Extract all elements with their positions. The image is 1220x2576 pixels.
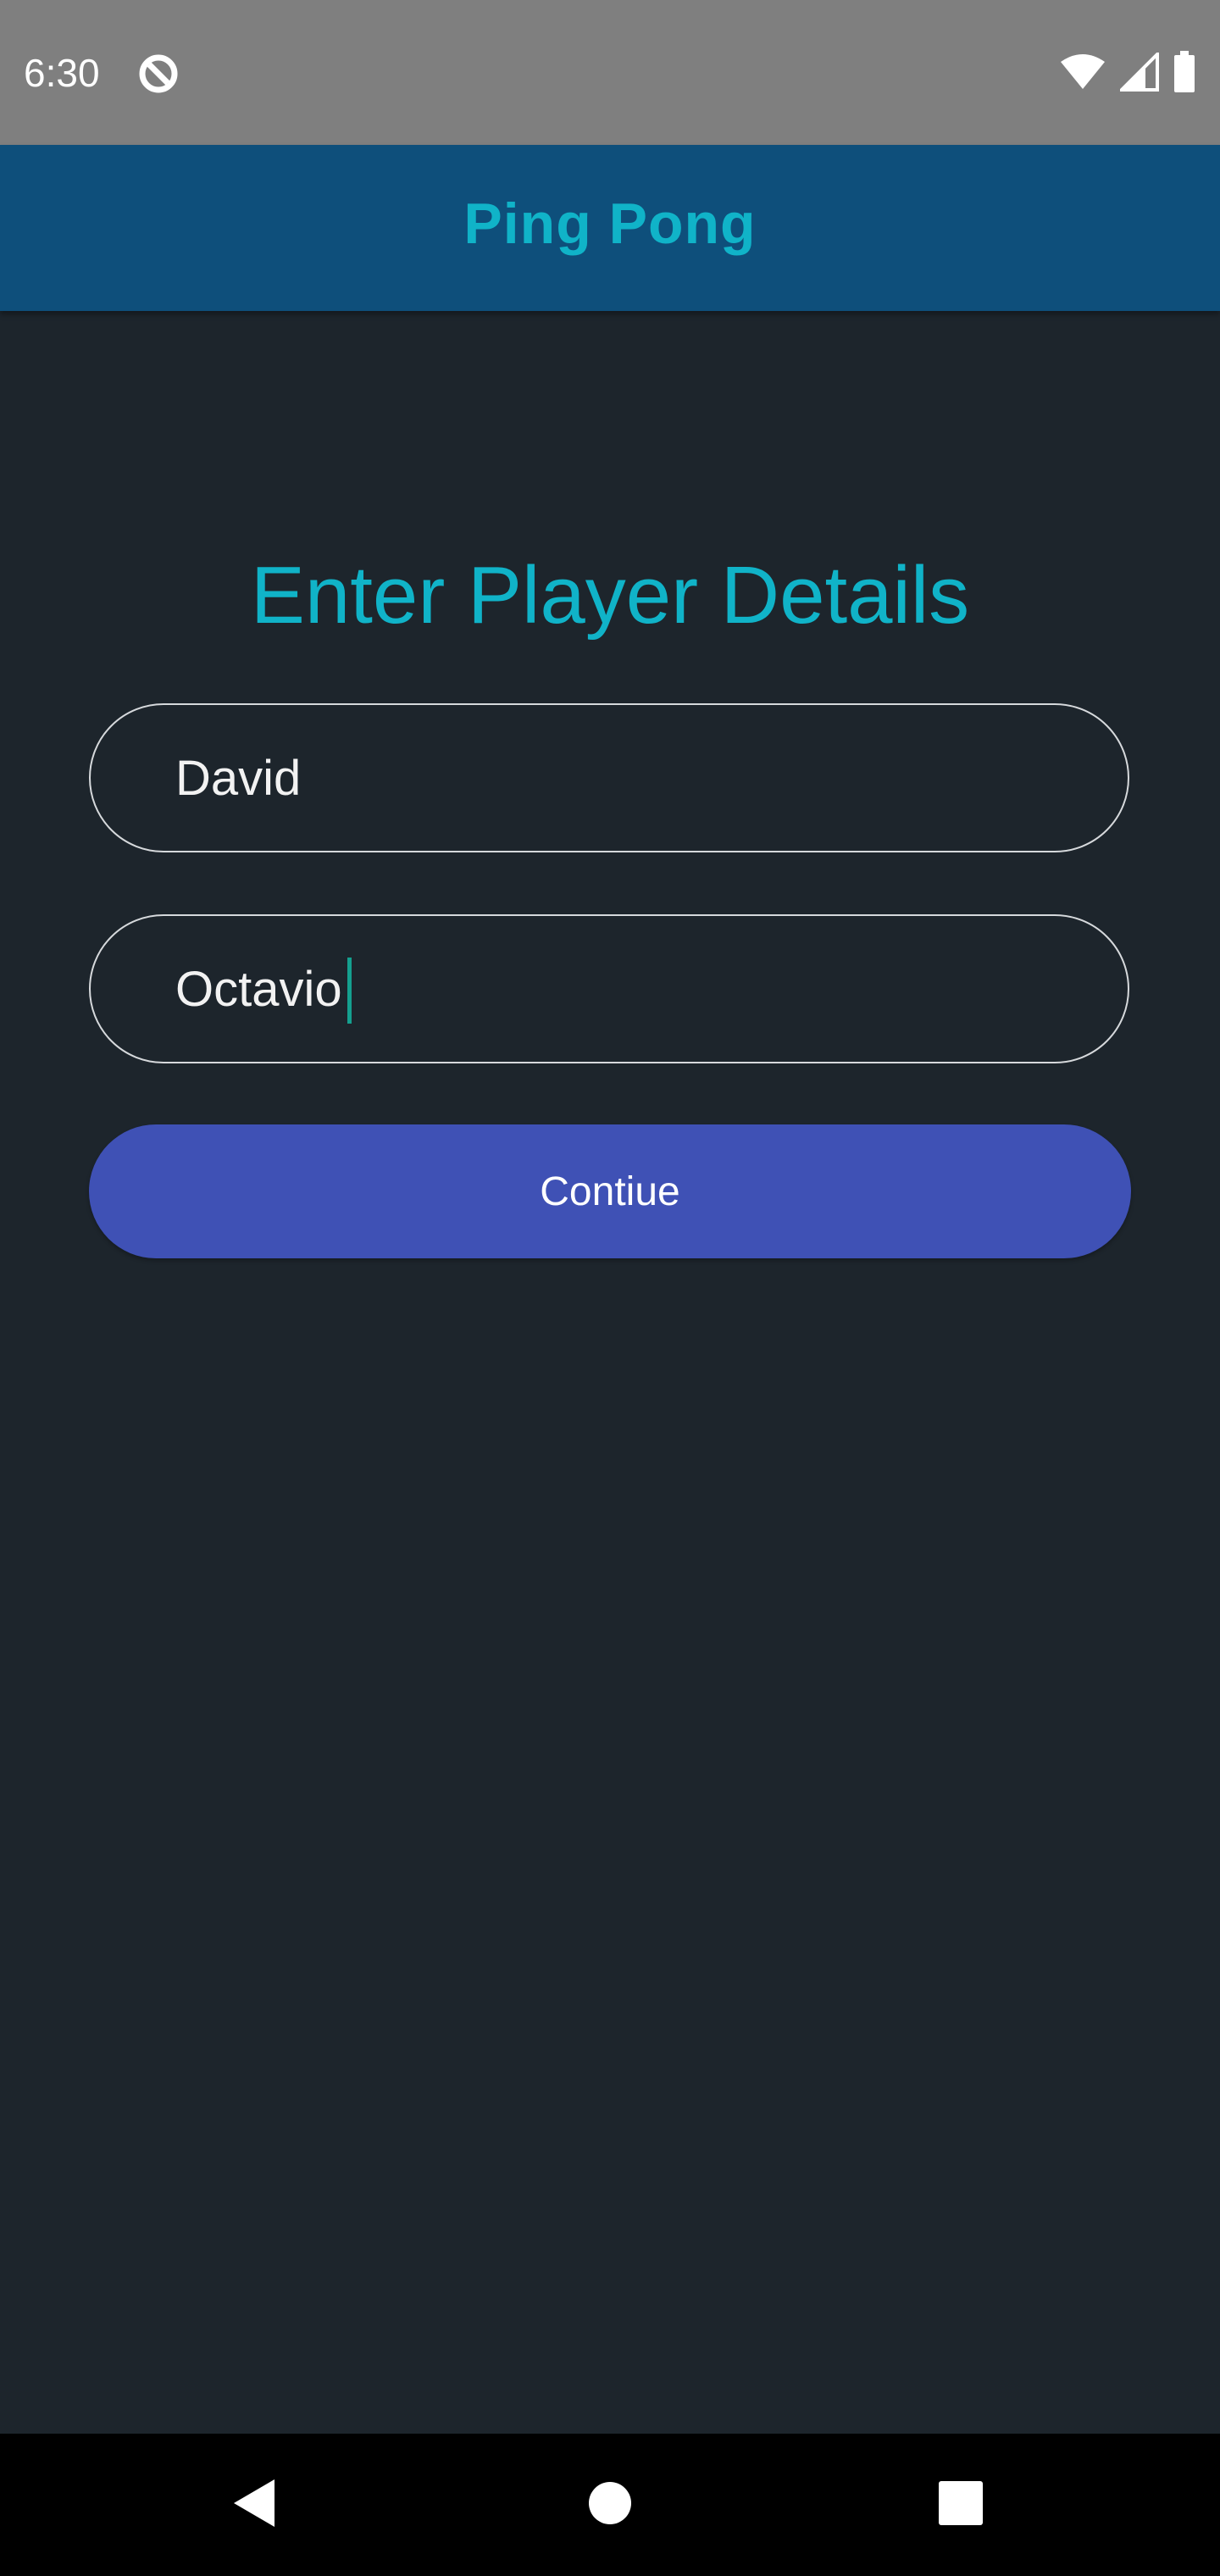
app-bar: Ping Pong (0, 145, 1220, 311)
recents-button[interactable] (893, 2434, 1029, 2576)
status-bar: 6:30 (0, 0, 1220, 145)
screen: 6:30 Ping Pong Enter Player Details Davi… (0, 0, 1220, 2576)
cell-signal-icon (1117, 49, 1159, 96)
home-circle-icon (587, 2480, 633, 2530)
player1-input[interactable] (175, 705, 1090, 851)
player2-input[interactable] (175, 916, 1090, 1062)
text-caret (347, 958, 352, 1024)
player1-field[interactable] (89, 703, 1129, 852)
battery-icon (1173, 50, 1196, 97)
app-title: Ping Pong (463, 192, 757, 256)
back-button[interactable] (186, 2434, 322, 2576)
status-icons (1059, 49, 1196, 97)
player2-field[interactable] (89, 914, 1129, 1063)
wifi-icon (1059, 53, 1106, 95)
app-notification-icon (137, 53, 180, 95)
home-button[interactable] (542, 2434, 678, 2576)
status-time: 6:30 (24, 51, 100, 95)
back-triangle-icon (230, 2478, 278, 2533)
navigation-bar (0, 2434, 1220, 2576)
continue-button[interactable]: Contiue (89, 1124, 1131, 1258)
recents-square-icon (938, 2480, 984, 2530)
page-heading: Enter Player Details (250, 550, 970, 641)
